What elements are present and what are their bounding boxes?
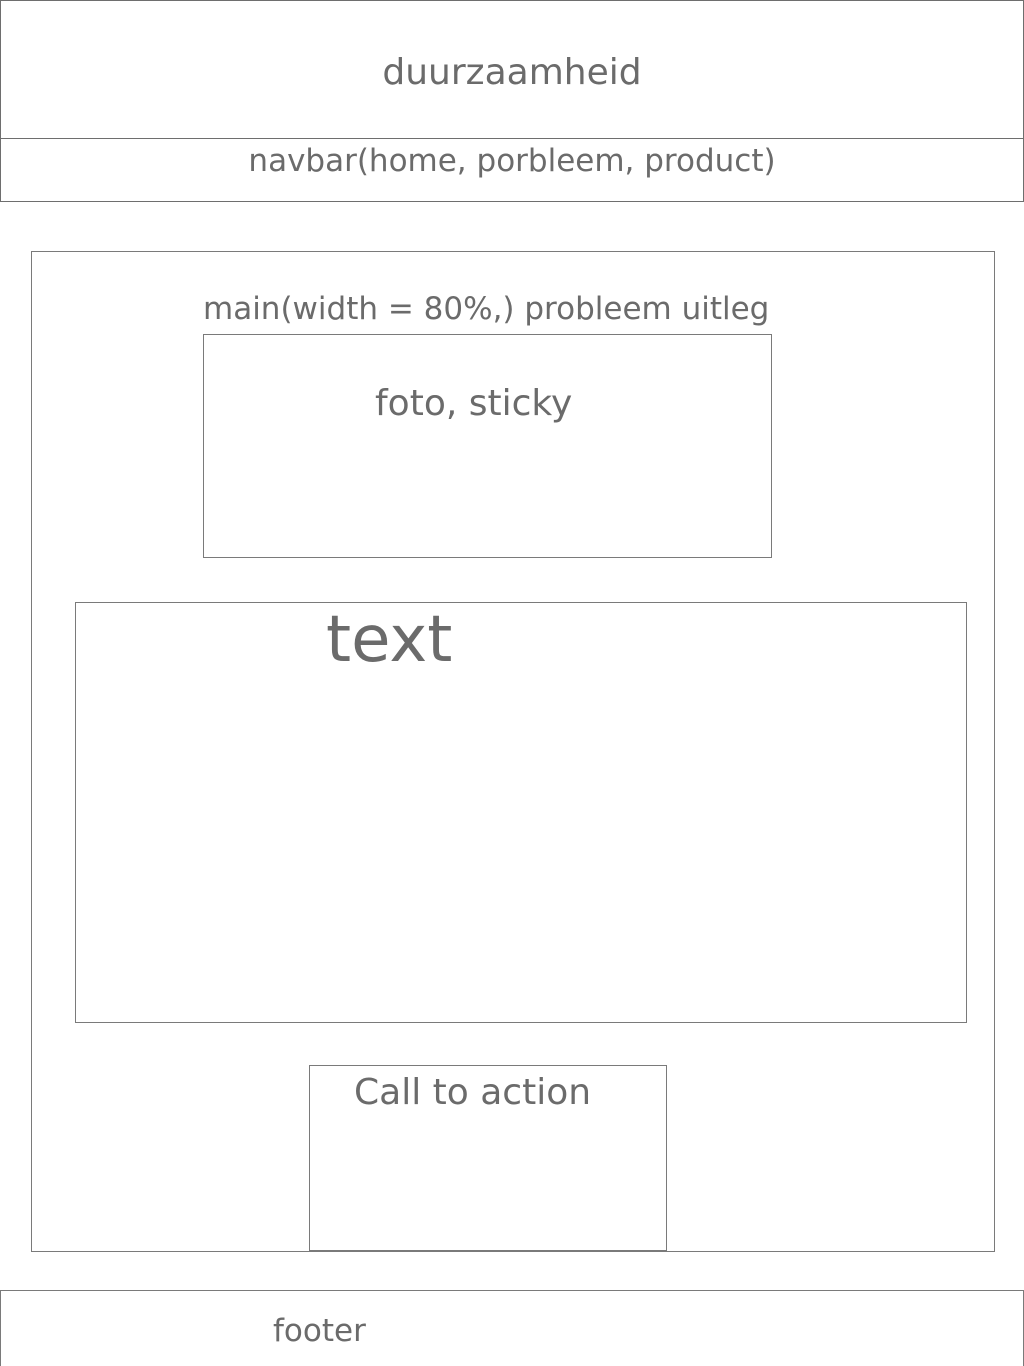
call-to-action-label: Call to action — [354, 1072, 592, 1113]
footer-label: footer — [273, 1313, 366, 1349]
photo-box — [203, 334, 772, 558]
navbar-label: navbar(home, porbleem, product) — [248, 143, 776, 179]
footer-box — [0, 1290, 1024, 1366]
text-box — [75, 602, 967, 1023]
main-label: main(width = 80%,) probleem uitleg — [203, 291, 770, 327]
photo-label: foto, sticky — [375, 383, 573, 424]
header-title: duurzaamheid — [382, 52, 642, 93]
text-label: text — [326, 603, 453, 677]
